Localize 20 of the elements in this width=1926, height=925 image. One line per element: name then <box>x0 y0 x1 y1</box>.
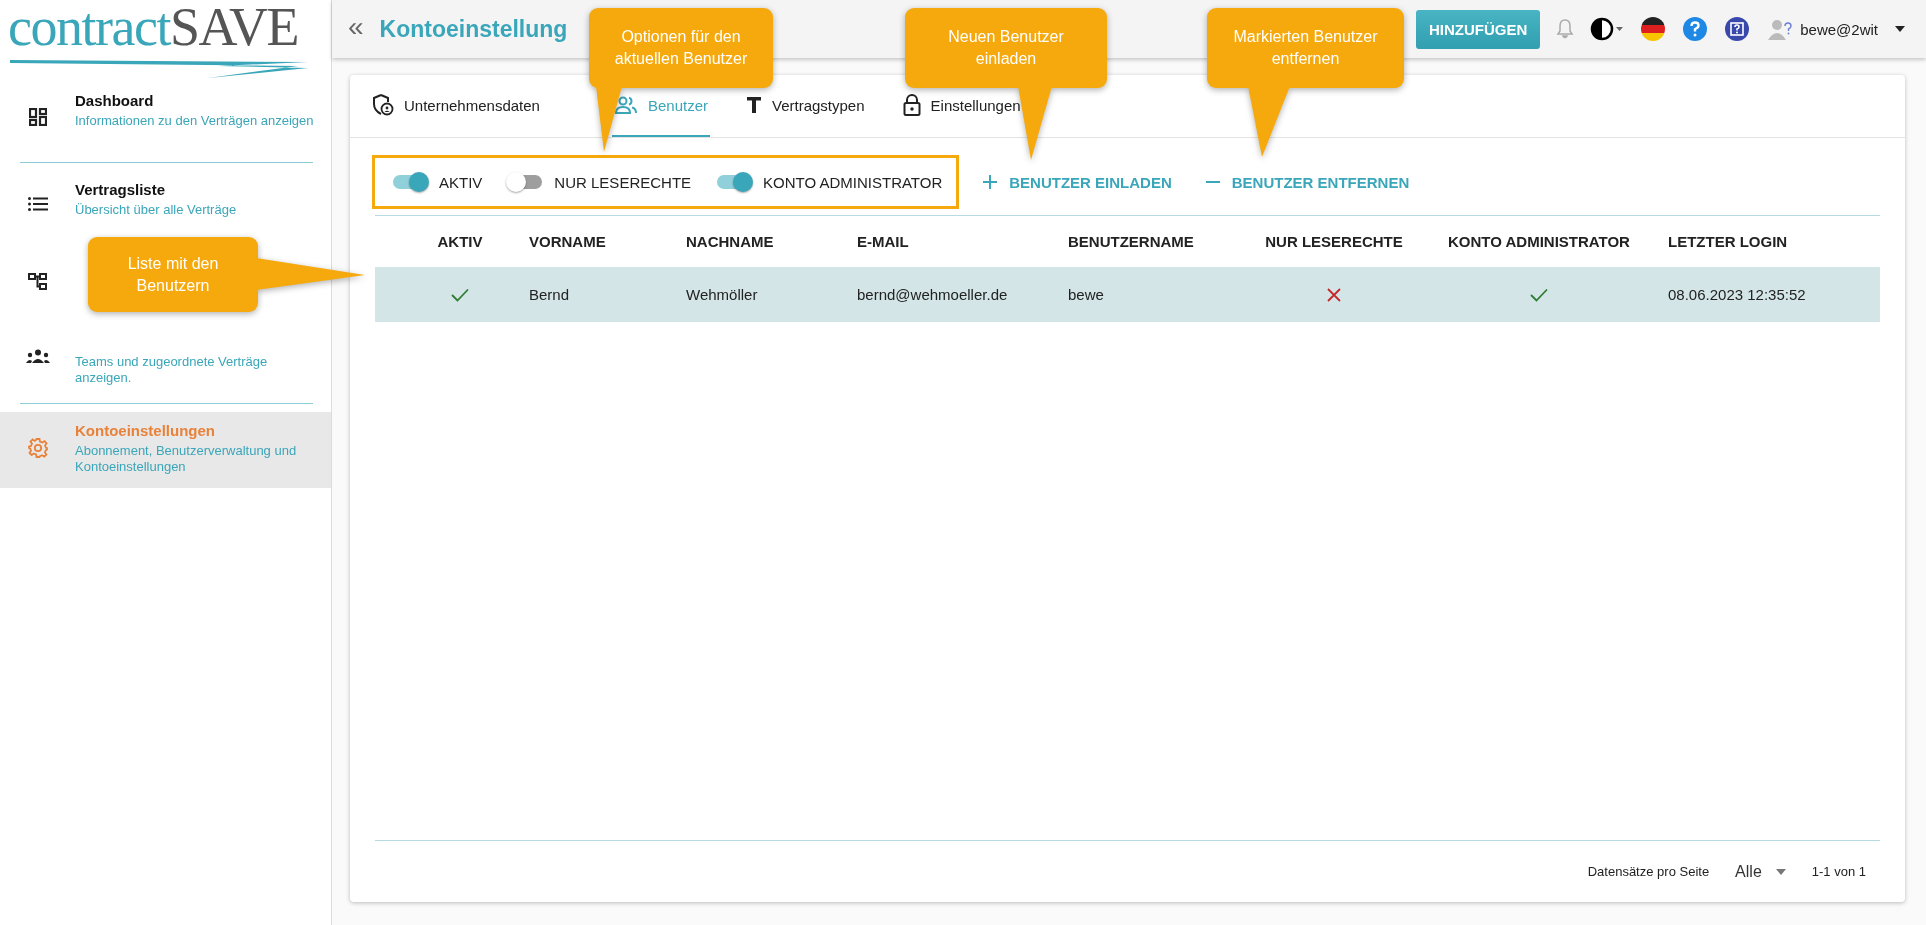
logo-wordmark: contractSAVE <box>8 0 299 54</box>
sidebar-item-title: Kontoeinstellungen <box>75 422 216 439</box>
sidebar-item-description: Abonnement, Benutzerverwaltung und Kontoeinstellungen <box>75 443 298 475</box>
sidebar-item-title: Dashboard <box>75 92 155 109</box>
page-range: 1-1 von 1 <box>1811 864 1866 879</box>
table-cell-text: bewe <box>1067 286 1105 303</box>
table-cell-text: 08.06.2023 12:35:52 <box>1667 286 1807 303</box>
table-cell-text: bernd@wehmoeller.de <box>856 286 1009 303</box>
rows-per-page-label: Datensätze pro Seite <box>1587 864 1710 879</box>
sidebar-item-title: Vertragsliste <box>75 181 167 198</box>
page-title: Kontoeinstellung <box>379 15 568 43</box>
callout-text: Neuen Benutzer einladen <box>947 27 1065 69</box>
table-cell-text: Wehmöller <box>685 286 759 303</box>
callout-text: Markierten Benutzer entfernen <box>1232 27 1379 69</box>
table-cell-text: Bernd <box>528 286 571 303</box>
sidebar-item-description: Teams und zugeordnete Verträge anzeigen. <box>75 354 269 386</box>
sidebar-item-description: Informationen zu den Verträgen anzeigen <box>75 113 314 129</box>
callout-text: Optionen für den aktuellen Benutzer <box>613 27 749 69</box>
callout-text: Liste mit den Benutzern <box>126 253 220 296</box>
sidebar-item-description: Übersicht über alle Verträge <box>75 202 237 218</box>
